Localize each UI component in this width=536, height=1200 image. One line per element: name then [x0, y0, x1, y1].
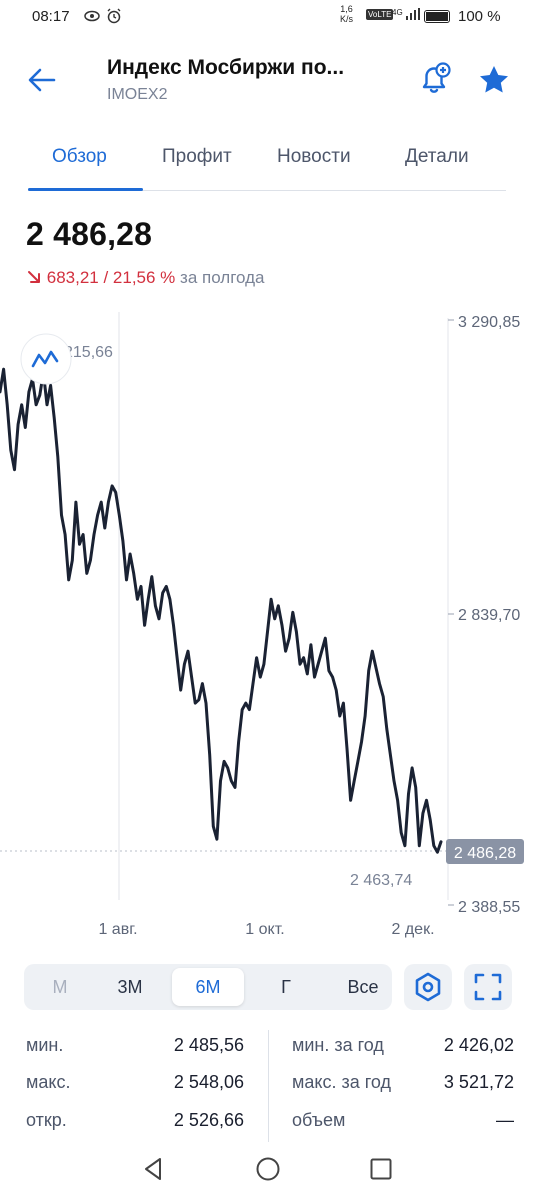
x-tick-label: 2 дек.	[391, 921, 434, 938]
stat-max-label: макс.	[26, 1072, 71, 1092]
stat-year-max-label: макс. за год	[292, 1072, 392, 1092]
stat-year-min-label: мин. за год	[292, 1035, 384, 1055]
change-separator: /	[98, 268, 113, 287]
square-recents-icon[interactable]	[368, 1156, 394, 1182]
stat-max-value: 2 548,06	[173, 1072, 244, 1092]
stats-divider	[268, 1030, 269, 1142]
chart-settings-button[interactable]	[404, 964, 452, 1010]
stats-table: мин. 2 485,56 макс. 2 548,06 откр. 2 526…	[0, 1030, 536, 1142]
period-6m[interactable]: 6М	[172, 968, 244, 1006]
signal-label: 4G	[392, 8, 403, 17]
period-3m[interactable]: 3М	[94, 968, 166, 1006]
net-speed: 1,6 K/s	[340, 4, 353, 24]
status-time: 08:17	[32, 8, 70, 25]
last-price-label: 2 486,28	[454, 845, 516, 862]
period-all[interactable]: Все	[327, 968, 399, 1006]
tab-active-indicator	[28, 188, 143, 191]
volte-badge: VoLTE	[366, 9, 394, 20]
fullscreen-icon	[474, 973, 502, 1001]
fullscreen-button[interactable]	[464, 964, 512, 1010]
period-selector: М 3М 6М Г Все	[24, 964, 392, 1010]
stat-year-max-value: 3 521,72	[443, 1072, 514, 1092]
alarm-icon	[107, 8, 121, 24]
change-period: за полгода	[180, 268, 265, 287]
app-header: Индекс Мосбиржи по... IMOEX2	[0, 44, 536, 124]
x-tick-label: 1 окт.	[245, 921, 284, 938]
circle-home-icon[interactable]	[255, 1156, 281, 1182]
period-1m[interactable]: М	[24, 968, 96, 1006]
y-tick-label: 3 290,85	[458, 314, 520, 331]
current-price: 2 486,28	[26, 216, 153, 252]
status-icons	[84, 8, 122, 24]
stat-volume-label: объем	[292, 1110, 346, 1130]
min-value-label: 2 463,74	[350, 872, 412, 889]
price-series-line	[0, 367, 443, 854]
signal-indicator: 4G	[392, 8, 420, 23]
stat-min-label: мин.	[26, 1035, 64, 1055]
net-speed-unit: K/s	[340, 14, 354, 24]
y-tick-label: 2 839,70	[458, 607, 520, 624]
arrow-left-icon[interactable]	[26, 64, 58, 96]
signal-bars-icon	[405, 8, 420, 20]
stat-year-min-value: 2 426,02	[443, 1035, 514, 1055]
chart-mode-button[interactable]	[20, 333, 72, 385]
stat-min-value: 2 485,56	[173, 1035, 244, 1055]
stat-volume-value: —	[496, 1110, 514, 1130]
y-tick-label: 2 388,55	[458, 899, 520, 916]
eye-icon	[84, 10, 100, 22]
stat-open-value: 2 526,66	[173, 1110, 244, 1130]
star-icon[interactable]	[478, 64, 510, 96]
x-tick-label: 1 авг.	[98, 921, 137, 938]
system-nav-bar	[0, 1140, 536, 1200]
ticker-symbol: IMOEX2	[107, 86, 168, 103]
battery-icon	[424, 10, 450, 23]
page-title: Индекс Мосбиржи по...	[107, 56, 345, 79]
hexagon-settings-icon	[415, 972, 441, 1002]
battery-percent: 100 %	[458, 8, 501, 25]
tab-news[interactable]: Новости	[277, 146, 351, 168]
net-speed-value: 1,6	[340, 4, 353, 14]
price-change: 683,21 / 21,56 % за полгода	[26, 268, 265, 288]
period-1y[interactable]: Г	[250, 968, 322, 1006]
triangle-back-icon[interactable]	[140, 1156, 166, 1182]
tab-details[interactable]: Детали	[405, 146, 469, 168]
tab-profit[interactable]: Профит	[162, 146, 232, 168]
price-chart[interactable]: 3 290,85 2 839,70 2 388,55 1 авг. 1 окт.…	[0, 300, 536, 950]
tab-bar: Обзор Профит Новости Детали	[0, 130, 536, 192]
bell-plus-icon[interactable]	[418, 62, 452, 96]
arrow-down-right-icon	[28, 271, 40, 283]
stat-open-label: откр.	[26, 1110, 67, 1130]
change-percent: 21,56 %	[112, 268, 176, 287]
change-absolute: 683,21	[46, 268, 99, 287]
tab-overview[interactable]: Обзор	[52, 146, 107, 168]
status-bar: 08:17 1,6 K/s VoLTE 4G 100 %	[0, 0, 536, 36]
